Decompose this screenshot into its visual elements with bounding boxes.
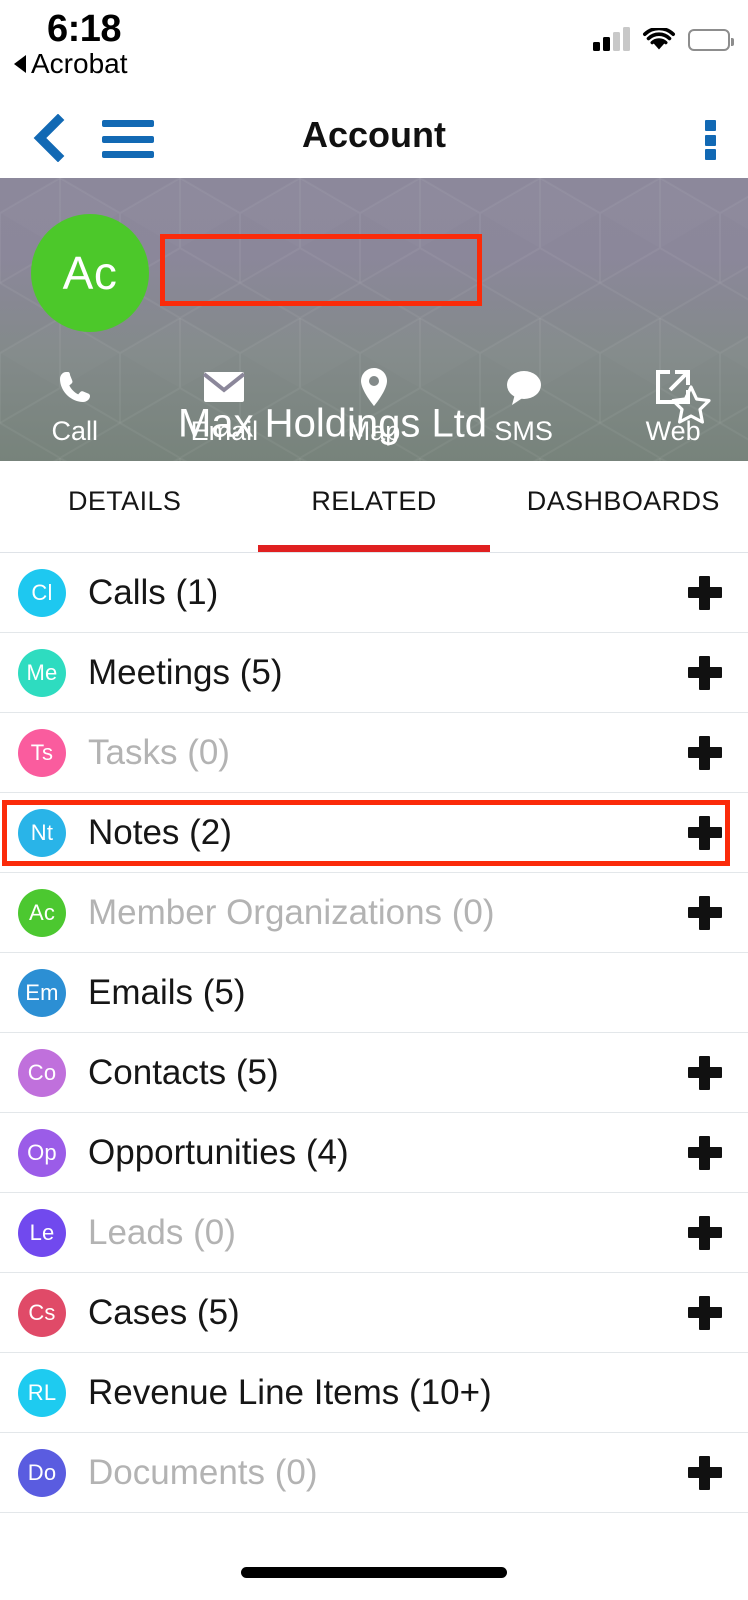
- quick-actions: Call Email Map SMS Web: [0, 366, 748, 447]
- home-indicator: [241, 1567, 507, 1578]
- module-badge: Cs: [18, 1288, 66, 1337]
- module-badge: Ts: [18, 728, 66, 777]
- module-badge: Me: [18, 648, 66, 697]
- module-badge-initials: Cs: [28, 1299, 56, 1325]
- related-list-item[interactable]: RL Revenue Line Items (10+): [0, 1353, 748, 1433]
- return-to-app-link[interactable]: Acrobat: [14, 48, 128, 80]
- module-badge: Op: [18, 1128, 66, 1177]
- module-badge-initials: Me: [26, 659, 58, 685]
- related-list-item-label: Meetings (5): [88, 652, 283, 692]
- module-badge: Nt: [18, 808, 66, 857]
- related-list-item-label: Emails (5): [88, 972, 246, 1012]
- avatar: Ac: [31, 214, 149, 332]
- add-record-plus-icon[interactable]: [688, 895, 722, 930]
- related-list: Cl Calls (1) Me Meetings (5) Ts Tasks (0) Nt No…: [0, 553, 748, 1513]
- module-badge-initials: Op: [27, 1139, 57, 1165]
- add-record-plus-icon[interactable]: [688, 1295, 722, 1330]
- related-list-item[interactable]: Me Meetings (5): [0, 633, 748, 713]
- navigation-bar: Account: [0, 100, 748, 178]
- related-list-item[interactable]: Le Leads (0): [0, 1193, 748, 1273]
- status-bar-time: 6:18: [47, 8, 122, 50]
- tab-dashboards[interactable]: DASHBOARDS: [499, 461, 748, 552]
- map-pin-icon: [359, 366, 389, 408]
- module-badge: Em: [18, 968, 66, 1017]
- page-title: Account: [302, 114, 446, 155]
- add-record-plus-icon[interactable]: [688, 1455, 722, 1490]
- tab-related[interactable]: RELATED: [249, 461, 498, 552]
- related-list-item[interactable]: Nt Notes (2): [0, 793, 748, 873]
- module-badge-initials: Ac: [28, 899, 56, 925]
- module-badge: Cl: [18, 568, 66, 617]
- chat-bubble-icon: [502, 366, 546, 408]
- action-label: Web: [645, 416, 701, 446]
- related-list-item[interactable]: Cs Cases (5): [0, 1273, 748, 1353]
- module-badge: Le: [18, 1208, 66, 1257]
- module-badge-initials: Do: [27, 1459, 57, 1485]
- external-link-icon: [653, 366, 693, 408]
- related-list-item-label: Documents (0): [88, 1452, 318, 1492]
- tab-label: RELATED: [311, 486, 437, 516]
- related-list-item-label: Calls (1): [88, 572, 219, 612]
- related-list-item-label: Contacts (5): [88, 1052, 279, 1092]
- related-list-item-label: Leads (0): [88, 1212, 236, 1252]
- status-bar-indicators: [593, 27, 734, 52]
- related-list-item-label: Cases (5): [88, 1292, 240, 1332]
- module-badge-initials: Nt: [30, 819, 54, 845]
- related-list-item[interactable]: Em Emails (5): [0, 953, 748, 1033]
- battery-icon: [688, 29, 734, 51]
- overflow-menu-icon[interactable]: [697, 120, 723, 160]
- action-web[interactable]: Web: [598, 366, 748, 447]
- related-list-item-label: Revenue Line Items (10+): [88, 1372, 492, 1412]
- module-badge-initials: Em: [25, 979, 59, 1005]
- action-label: Email: [190, 416, 259, 446]
- add-record-plus-icon[interactable]: [688, 735, 722, 770]
- action-call[interactable]: Call: [0, 366, 150, 447]
- add-record-plus-icon[interactable]: [688, 815, 722, 850]
- tab-details[interactable]: DETAILS: [0, 461, 249, 552]
- related-list-item[interactable]: Do Documents (0): [0, 1433, 748, 1513]
- related-list-item-label: Member Organizations (0): [88, 892, 495, 932]
- cellular-signal-icon: [593, 27, 630, 51]
- envelope-icon: [203, 366, 246, 408]
- add-record-plus-icon[interactable]: [688, 1135, 722, 1170]
- action-sms[interactable]: SMS: [449, 366, 599, 447]
- add-record-plus-icon[interactable]: [688, 1055, 722, 1090]
- related-list-item[interactable]: Cl Calls (1): [0, 553, 748, 633]
- avatar-initials: Ac: [62, 247, 118, 299]
- action-label: Call: [51, 416, 99, 446]
- related-list-item-label: Notes (2): [88, 812, 232, 852]
- add-record-plus-icon[interactable]: [688, 575, 722, 610]
- action-email[interactable]: Email: [150, 366, 300, 447]
- module-badge: RL: [18, 1368, 66, 1417]
- back-triangle-icon: [14, 55, 26, 73]
- module-badge-initials: Ts: [30, 739, 54, 765]
- action-label: SMS: [494, 416, 553, 446]
- tab-label: DETAILS: [67, 486, 182, 516]
- related-list-item[interactable]: Op Opportunities (4): [0, 1113, 748, 1193]
- related-list-item-label: Tasks (0): [88, 732, 230, 772]
- phone-icon: [56, 366, 94, 408]
- tab-bar: DETAILS RELATED DASHBOARDS: [0, 461, 748, 553]
- related-list-item-label: Opportunities (4): [88, 1132, 349, 1172]
- status-bar: 6:18 Acrobat: [0, 0, 748, 100]
- record-header: Ac Max Holdings Ltd Call Email Map SMS W…: [0, 178, 748, 461]
- module-badge: Co: [18, 1048, 66, 1097]
- add-record-plus-icon[interactable]: [688, 1215, 722, 1250]
- module-badge-initials: Le: [29, 1219, 55, 1245]
- action-label: Map: [347, 416, 401, 446]
- module-badge-initials: RL: [27, 1379, 57, 1405]
- module-badge-initials: Cl: [31, 579, 53, 605]
- return-app-label: Acrobat: [31, 48, 128, 79]
- phone-screen: 6:18 Acrobat Account Ac Max Holdings Ltd…: [0, 0, 748, 1600]
- action-map[interactable]: Map: [299, 366, 449, 447]
- tab-label: DASHBOARDS: [526, 486, 720, 516]
- module-badge-initials: Co: [27, 1059, 57, 1085]
- module-badge: Do: [18, 1448, 66, 1497]
- related-list-item[interactable]: Ac Member Organizations (0): [0, 873, 748, 953]
- related-list-item[interactable]: Co Contacts (5): [0, 1033, 748, 1113]
- wifi-icon: [642, 28, 676, 52]
- related-list-item[interactable]: Ts Tasks (0): [0, 713, 748, 793]
- module-badge: Ac: [18, 888, 66, 937]
- add-record-plus-icon[interactable]: [688, 655, 722, 690]
